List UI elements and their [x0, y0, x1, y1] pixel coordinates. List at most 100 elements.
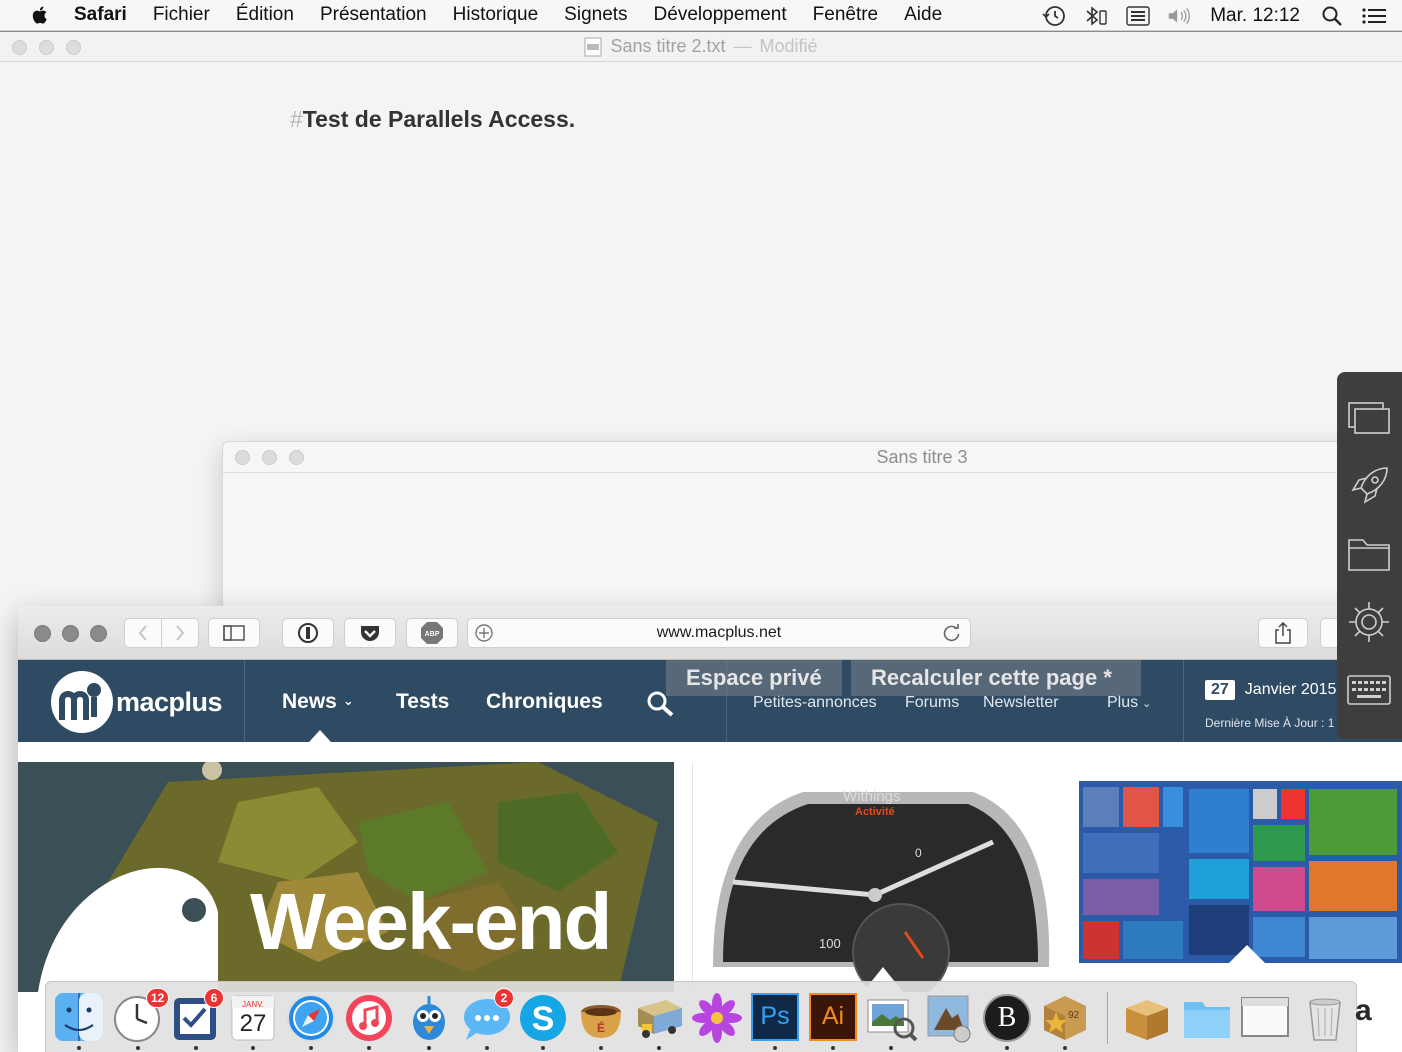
dock-bbedit[interactable]: B: [980, 990, 1034, 1044]
link-newsletter[interactable]: Newsletter: [983, 694, 1059, 712]
dock-coffee-app[interactable]: É: [574, 990, 628, 1044]
dock-flower-app[interactable]: [690, 990, 744, 1044]
share-icon: [1275, 622, 1291, 644]
link-plus[interactable]: Plus ⌄: [1107, 694, 1151, 712]
dock-illustrator[interactable]: Ai: [806, 990, 860, 1044]
dock-itunes[interactable]: [342, 990, 396, 1044]
menu-fichier[interactable]: Fichier: [153, 4, 210, 26]
add-bookmark-icon[interactable]: [474, 623, 494, 643]
input-menu-icon[interactable]: [1124, 4, 1152, 28]
adblock-button[interactable]: ABP: [406, 618, 458, 648]
package-star-icon: [1044, 996, 1086, 1040]
windows-store-article-image[interactable]: [1079, 781, 1402, 963]
notification-badge: 6: [204, 988, 224, 1008]
window-thumbnail-icon: [1241, 997, 1289, 1037]
zoom-button[interactable]: [90, 625, 107, 642]
editor-text[interactable]: #Test de Parallels Access.: [290, 106, 575, 133]
spotlight-icon[interactable]: [1318, 4, 1346, 28]
nav-chroniques[interactable]: Chroniques: [486, 690, 603, 714]
editor-filename: Sans titre 2.txt: [610, 36, 726, 56]
reload-icon[interactable]: [942, 623, 962, 643]
calendar-day: 27: [239, 1010, 267, 1037]
nav-tests[interactable]: Tests: [396, 690, 449, 714]
share-button[interactable]: [1258, 618, 1308, 648]
running-indicator: [1005, 1046, 1009, 1050]
dock-folder-stack[interactable]: [1180, 990, 1234, 1044]
notification-center-icon[interactable]: [1360, 4, 1388, 28]
dock-separator: [1107, 992, 1108, 1044]
dock-skype[interactable]: S: [516, 990, 570, 1044]
dock-photoshop[interactable]: Ps: [748, 990, 802, 1044]
menu-fenetre[interactable]: Fenêtre: [813, 4, 878, 26]
svg-text:É: É: [597, 1020, 605, 1035]
file-manager-button[interactable]: [1345, 530, 1393, 578]
minimize-button[interactable]: [62, 625, 79, 642]
recalculer-page-button[interactable]: Recalculer cette page *: [851, 660, 1141, 696]
dock-transmit[interactable]: [632, 990, 686, 1044]
active-nav-indicator: [309, 730, 331, 742]
dock-package-app[interactable]: 92: [1038, 990, 1092, 1044]
close-button[interactable]: [12, 40, 27, 55]
close-button[interactable]: [235, 450, 250, 465]
running-indicator: [309, 1046, 313, 1050]
menu-signets[interactable]: Signets: [564, 4, 627, 26]
link-petites-annonces[interactable]: Petites-annonces: [753, 694, 877, 712]
menu-developpement[interactable]: Développement: [654, 4, 787, 26]
minimize-button[interactable]: [262, 450, 277, 465]
dock-minimized-window[interactable]: [1238, 990, 1292, 1044]
espace-prive-button[interactable]: Espace privé: [666, 660, 842, 696]
time-machine-icon[interactable]: [1040, 4, 1068, 28]
macplus-logo[interactable]: macplus: [50, 670, 223, 734]
app-switcher-button[interactable]: [1345, 394, 1393, 442]
dock-calendar[interactable]: JANV. 27: [226, 990, 280, 1044]
running-indicator: [1063, 1046, 1067, 1050]
zoom-button[interactable]: [66, 40, 81, 55]
bluetooth-icon[interactable]: [1082, 4, 1110, 28]
dock-trash[interactable]: [1298, 990, 1352, 1044]
menu-presentation[interactable]: Présentation: [320, 4, 427, 26]
dock-eagle-app[interactable]: [922, 990, 976, 1044]
sidebar-button[interactable]: [208, 618, 260, 648]
itunes-icon: [346, 995, 392, 1041]
running-indicator: [599, 1046, 603, 1050]
title-separator: —: [733, 36, 752, 56]
dock-tweetbot[interactable]: [402, 990, 456, 1044]
apple-icon[interactable]: [28, 3, 52, 27]
untitled-window-titlebar[interactable]: Sans titre 3: [223, 442, 1401, 473]
running-indicator: [773, 1046, 777, 1050]
rocket-icon: [1351, 467, 1388, 504]
pocket-button[interactable]: [344, 618, 396, 648]
dock-finder[interactable]: [52, 990, 106, 1044]
close-button[interactable]: [34, 625, 51, 642]
menu-clock[interactable]: Mar. 12:12: [1210, 5, 1300, 27]
chevron-left-icon: [138, 625, 147, 641]
parallels-access-panel: [1337, 372, 1402, 739]
forward-button[interactable]: [161, 618, 199, 648]
withings-article[interactable]: Withings Activité 0 100: [692, 762, 1063, 992]
address-bar[interactable]: www.macplus.net: [467, 618, 971, 648]
dock-safari[interactable]: [284, 990, 338, 1044]
launchpad-button[interactable]: [1345, 462, 1393, 510]
weekend-article-image[interactable]: Week-end: [18, 762, 674, 992]
running-indicator: [427, 1046, 431, 1050]
dock-preview[interactable]: [864, 990, 918, 1044]
volume-icon[interactable]: [1166, 4, 1194, 28]
password-extension-button[interactable]: [282, 618, 334, 648]
keyboard-button[interactable]: [1345, 666, 1393, 714]
minimize-button[interactable]: [39, 40, 54, 55]
nav-news[interactable]: News ⌄: [282, 690, 354, 714]
menu-aide[interactable]: Aide: [904, 4, 942, 26]
settings-button[interactable]: [1345, 598, 1393, 646]
link-forums[interactable]: Forums: [905, 694, 959, 712]
calendar-month: JANV.: [242, 1000, 264, 1009]
folder-icon: [1184, 1002, 1230, 1038]
zoom-button[interactable]: [289, 450, 304, 465]
menu-historique[interactable]: Historique: [453, 4, 539, 26]
nav-divider: [1183, 660, 1184, 742]
back-button[interactable]: [124, 618, 162, 648]
menu-edition[interactable]: Édition: [236, 4, 294, 26]
dock-box-stack[interactable]: [1120, 990, 1174, 1044]
menu-safari[interactable]: Safari: [74, 4, 127, 26]
editor-titlebar[interactable]: Sans titre 2.txt — Modifié: [0, 32, 1402, 62]
editor-heading: Test de Parallels Access.: [302, 106, 576, 132]
